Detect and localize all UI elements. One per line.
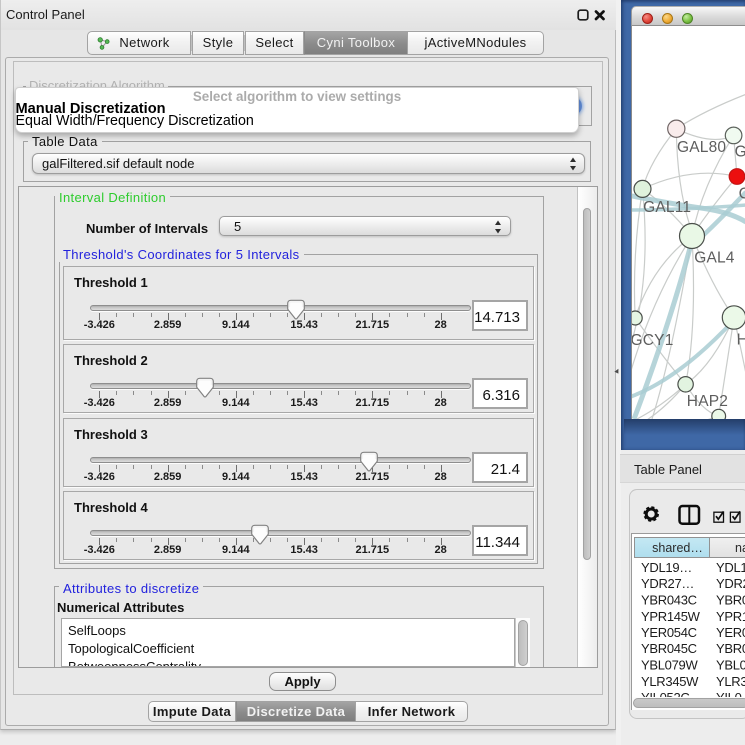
svg-text:YBL079W: YBL079W bbox=[641, 658, 698, 673]
svg-text:YDR2: YDR2 bbox=[716, 576, 745, 591]
svg-text:YER054C: YER054C bbox=[641, 625, 697, 640]
svg-text:GAL4: GAL4 bbox=[694, 250, 735, 267]
svg-text:YPR1: YPR1 bbox=[716, 609, 745, 624]
svg-text:YBL0: YBL0 bbox=[716, 658, 745, 673]
svg-text:GAL80: GAL80 bbox=[677, 139, 726, 156]
svg-text:GCY1: GCY1 bbox=[632, 332, 674, 349]
svg-text:YBR0: YBR0 bbox=[716, 641, 745, 656]
svg-text:YBR045C: YBR045C bbox=[641, 641, 697, 656]
svg-text:YDR27…: YDR27… bbox=[641, 576, 694, 591]
svg-text:YLR3: YLR3 bbox=[716, 674, 745, 689]
svg-text:YPR145W: YPR145W bbox=[641, 609, 701, 624]
svg-text:YLR345W: YLR345W bbox=[641, 674, 699, 689]
svg-text:YBR043C: YBR043C bbox=[641, 593, 697, 608]
svg-text:YDL19…: YDL19… bbox=[641, 560, 692, 575]
svg-text:HAP2: HAP2 bbox=[687, 393, 728, 410]
svg-text:HIS: HIS bbox=[737, 331, 745, 348]
svg-text:YDL1: YDL1 bbox=[716, 560, 745, 575]
svg-text:GAL11: GAL11 bbox=[643, 199, 691, 216]
svg-text:CAL: CAL bbox=[739, 185, 745, 202]
svg-text:GAL: GAL bbox=[735, 143, 745, 160]
svg-text:YER0: YER0 bbox=[716, 625, 745, 640]
svg-text:YBR0: YBR0 bbox=[716, 593, 745, 608]
